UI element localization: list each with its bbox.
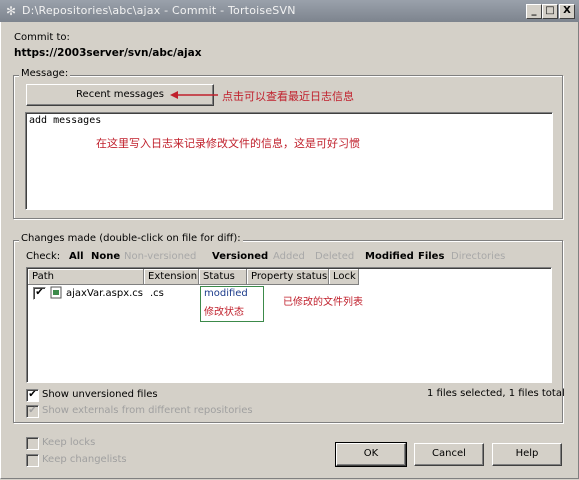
changes-group-label: Changes made (double-click on file for d… <box>19 233 243 244</box>
show-externals-label: Show externals from different repositori… <box>42 405 253 416</box>
message-group-label: Message: <box>19 68 71 79</box>
selection-summary: 1 files selected, 1 files total <box>427 388 565 399</box>
row-path: ajaxVar.aspx.cs <box>66 288 144 299</box>
status-highlight-box: modified 修改状态 <box>200 286 264 322</box>
file-list[interactable]: Path Extension Status Property status Lo… <box>26 267 552 383</box>
keep-changelists-label: Keep changelists <box>42 454 127 465</box>
check-deleted-link: Deleted <box>315 251 355 262</box>
column-header-lock[interactable]: Lock <box>329 269 359 285</box>
minimize-button[interactable]: _ <box>526 4 542 19</box>
ok-button[interactable]: OK <box>335 442 407 467</box>
cancel-label: Cancel <box>432 448 466 459</box>
recent-annotation: 点击可以查看最近日志信息 <box>222 90 354 103</box>
show-unversioned-label: Show unversioned files <box>42 389 158 400</box>
check-directories-link: Directories <box>451 251 506 262</box>
commit-to-label: Commit to: <box>14 32 70 43</box>
check-modified-link[interactable]: Modified <box>365 251 414 262</box>
keep-locks-label: Keep locks <box>42 437 96 448</box>
column-header-property-status[interactable]: Property status <box>247 269 329 285</box>
help-button[interactable]: Help <box>492 443 562 466</box>
commit-url: https://2003server/svn/abc/ajax <box>14 47 202 59</box>
check-added-link: Added <box>273 251 305 262</box>
status-annotation: 修改状态 <box>204 307 244 318</box>
column-header-extension[interactable]: Extension <box>144 269 199 285</box>
check-none-link[interactable]: None <box>91 251 120 262</box>
annotation-arrow <box>170 91 218 99</box>
column-header-status[interactable]: Status <box>199 269 247 285</box>
cancel-button[interactable]: Cancel <box>414 443 484 466</box>
row-extension: .cs <box>150 288 164 299</box>
list-annotation: 已修改的文件列表 <box>283 297 363 308</box>
show-unversioned-checkbox[interactable]: ✔ <box>26 389 39 402</box>
row-status: modified <box>204 288 248 299</box>
maximize-button[interactable]: □ <box>542 4 558 19</box>
check-all-link[interactable]: All <box>69 251 84 262</box>
recent-messages-label: Recent messages <box>76 89 164 100</box>
window-title: D:\Repositories\abc\ajax - Commit - Tort… <box>22 4 296 17</box>
cs-file-icon <box>50 286 62 299</box>
show-externals-checkbox: ✔ <box>26 405 39 418</box>
check-label: Check: <box>26 251 61 262</box>
tortoise-icon: ✻ <box>6 4 17 18</box>
help-label: Help <box>515 448 539 459</box>
column-header-path[interactable]: Path <box>28 269 144 285</box>
check-files-link[interactable]: Files <box>418 251 444 262</box>
close-button[interactable]: X <box>559 4 575 19</box>
check-versioned-link[interactable]: Versioned <box>212 251 268 262</box>
row-checkbox[interactable]: ✔ <box>33 287 46 300</box>
ok-label: OK <box>363 448 379 459</box>
check-nonversioned-link: Non-versioned <box>124 251 197 262</box>
title-bar: ✻ D:\Repositories\abc\ajax - Commit - To… <box>0 0 579 22</box>
message-textarea[interactable]: add messages 在这里写入日志来记录修改文件的信息，这是可好习惯 <box>25 112 553 210</box>
message-text: add messages <box>29 115 102 126</box>
keep-locks-checkbox <box>26 437 39 450</box>
message-annotation: 在这里写入日志来记录修改文件的信息，这是可好习惯 <box>96 137 360 150</box>
keep-changelists-checkbox <box>26 454 39 467</box>
